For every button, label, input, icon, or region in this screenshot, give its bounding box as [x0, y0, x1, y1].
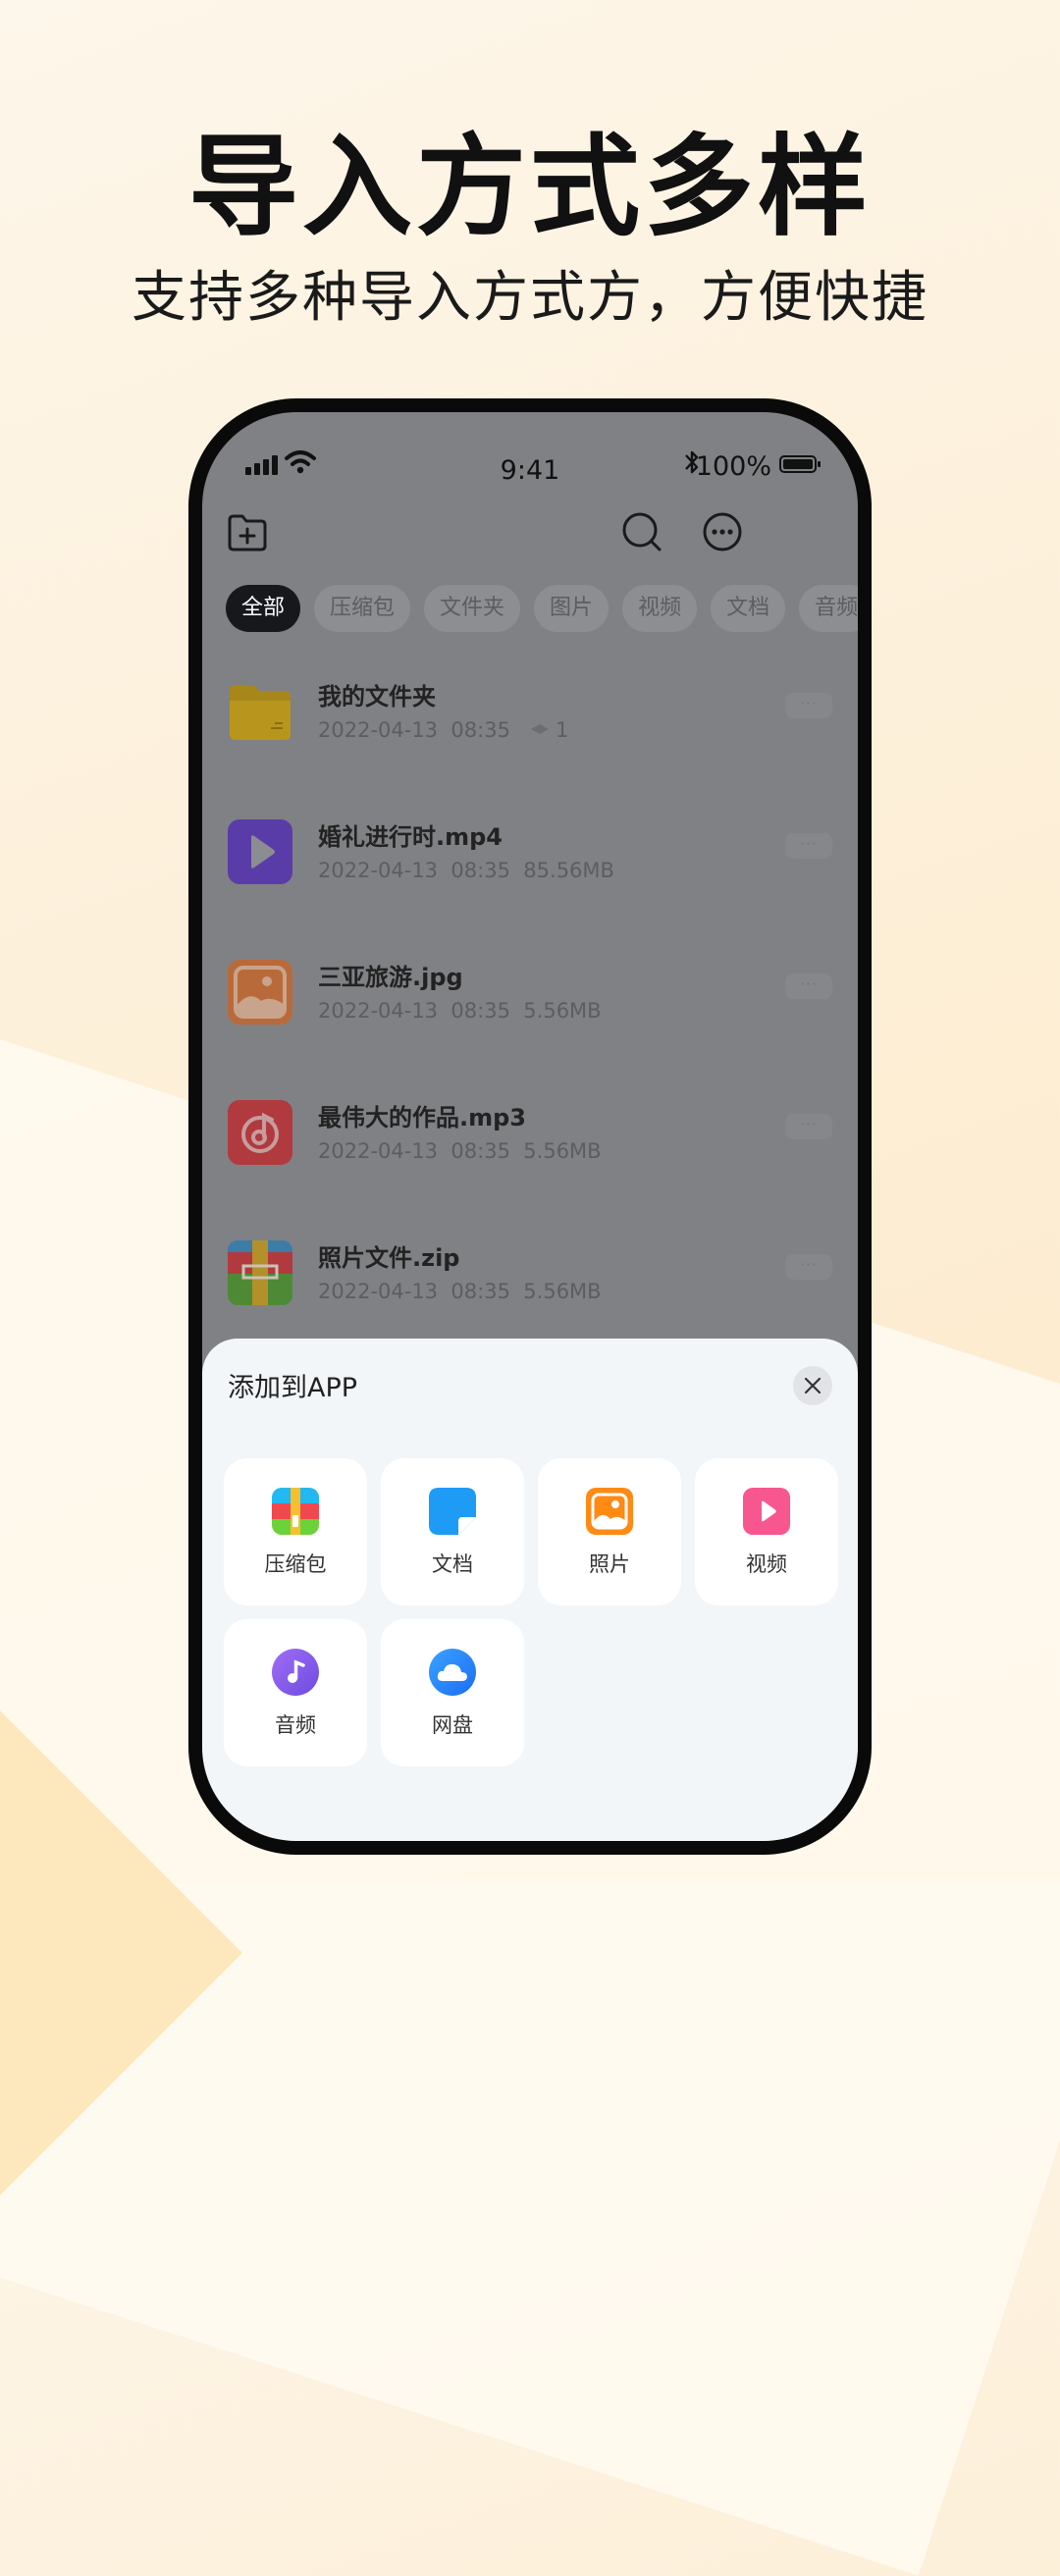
option-label: 网盘: [432, 1713, 473, 1737]
tab-video[interactable]: 视频: [622, 585, 698, 632]
import-options-grid: 压缩包 文档 照片 视频 音频 网盘: [224, 1458, 838, 1766]
new-folder-icon[interactable]: [226, 510, 269, 553]
more-icon[interactable]: [701, 510, 744, 553]
add-to-app-sheet: 添加到APP 压缩包 文档 照片 视频 音频 网盘: [202, 1339, 858, 1841]
file-meta: 2022-04-13 08:35 5.56MB: [318, 999, 602, 1023]
sheet-title: 添加到APP: [228, 1373, 358, 1403]
tab-audio[interactable]: 音频: [799, 585, 858, 632]
option-video[interactable]: 视频: [695, 1458, 838, 1605]
option-document[interactable]: 文档: [381, 1458, 524, 1605]
tab-image[interactable]: 图片: [534, 585, 610, 632]
list-item[interactable]: 我的文件夹 2022-04-13 08:35 1 ···: [202, 677, 858, 817]
list-item[interactable]: 三亚旅游.jpg 2022-04-13 08:35 5.56MB ···: [202, 958, 858, 1098]
cloud-drive-icon: [429, 1649, 476, 1696]
close-icon: [804, 1377, 822, 1394]
battery-percent: 100%: [695, 451, 771, 482]
row-more-button[interactable]: ···: [785, 1254, 832, 1280]
row-more-button[interactable]: ···: [785, 833, 832, 859]
list-item[interactable]: 婚礼进行时.mp4 2022-04-13 08:35 85.56MB ···: [202, 817, 858, 958]
option-label: 音频: [275, 1713, 316, 1737]
file-meta: 2022-04-13 08:35 1: [318, 718, 569, 742]
row-more-button[interactable]: ···: [785, 973, 832, 999]
tab-all[interactable]: 全部: [226, 585, 301, 632]
file-meta: 2022-04-13 08:35 5.56MB: [318, 1280, 602, 1303]
promo-headline: 导入方式多样: [188, 124, 872, 251]
video-icon: [743, 1488, 790, 1535]
option-audio[interactable]: 音频: [224, 1619, 367, 1766]
status-bar: 9:41 100%: [202, 412, 858, 500]
file-meta: 2022-04-13 08:35 5.56MB: [318, 1139, 602, 1163]
option-label: 文档: [432, 1552, 473, 1576]
file-list: 我的文件夹 2022-04-13 08:35 1 ··· 婚礼进行时.mp4 20…: [202, 677, 858, 1379]
phone-screen: 9:41 100% 全部 压缩包 文件夹 图片 视频 文档 音频 我的文件夹 2…: [202, 412, 858, 1841]
file-name: 最伟大的作品.mp3: [318, 1104, 527, 1131]
photo-icon: [586, 1488, 633, 1535]
layers-icon: [530, 724, 549, 734]
option-label: 压缩包: [264, 1552, 327, 1576]
audio-file-icon: [228, 1100, 292, 1165]
archive-icon: [272, 1488, 319, 1535]
audio-icon: [272, 1649, 319, 1696]
option-photo[interactable]: 照片: [538, 1458, 681, 1605]
list-item[interactable]: 最伟大的作品.mp3 2022-04-13 08:35 5.56MB ···: [202, 1098, 858, 1238]
option-label: 照片: [589, 1552, 630, 1576]
file-name: 我的文件夹: [318, 683, 436, 710]
file-meta: 2022-04-13 08:35 85.56MB: [318, 859, 614, 882]
promo-subline: 支持多种导入方式方，方便快捷: [132, 266, 928, 330]
row-more-button[interactable]: ···: [785, 693, 832, 718]
folder-icon: [230, 685, 291, 740]
filter-tabs: 全部 压缩包 文件夹 图片 视频 文档 音频: [226, 585, 858, 632]
phone-frame: 9:41 100% 全部 压缩包 文件夹 图片 视频 文档 音频 我的文件夹 2…: [188, 398, 872, 1855]
file-name: 照片文件.zip: [318, 1244, 460, 1272]
option-cloud-drive[interactable]: 网盘: [381, 1619, 524, 1766]
option-archive[interactable]: 压缩包: [224, 1458, 367, 1605]
file-name: 三亚旅游.jpg: [318, 964, 463, 991]
row-more-button[interactable]: ···: [785, 1114, 832, 1139]
zip-file-icon: [228, 1240, 292, 1305]
search-icon[interactable]: [620, 510, 663, 553]
tab-archive[interactable]: 压缩包: [314, 585, 411, 632]
battery-icon: [779, 455, 821, 473]
document-icon: [429, 1488, 476, 1535]
image-file-icon: [228, 960, 292, 1025]
option-label: 视频: [746, 1552, 787, 1576]
close-button[interactable]: [793, 1366, 832, 1405]
file-name: 婚礼进行时.mp4: [318, 823, 504, 851]
tab-document[interactable]: 文档: [711, 585, 786, 632]
video-file-icon: [228, 819, 292, 884]
tab-folder[interactable]: 文件夹: [424, 585, 521, 632]
